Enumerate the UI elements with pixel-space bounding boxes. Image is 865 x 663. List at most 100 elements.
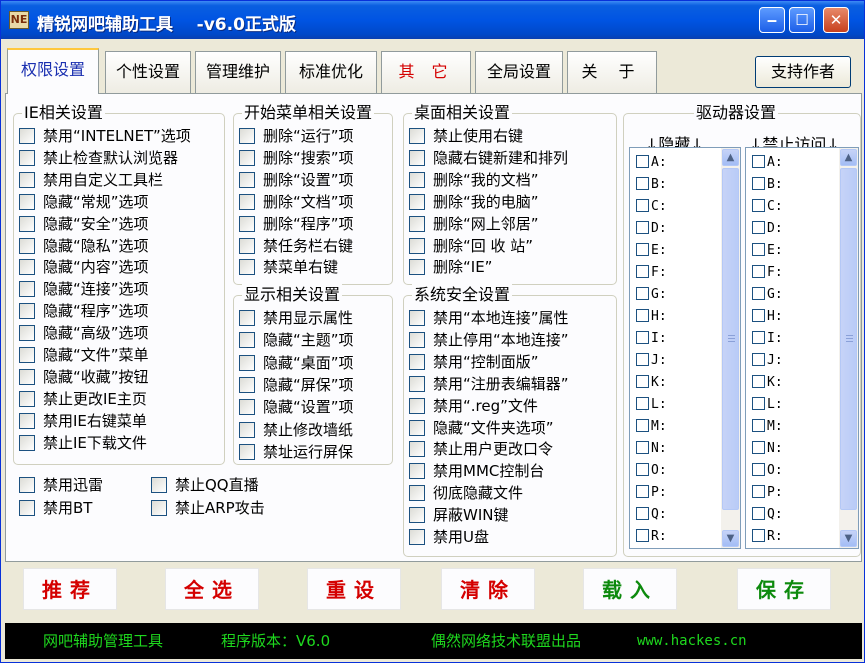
display-checkbox[interactable]: 隐藏“主题”项 xyxy=(239,329,354,351)
checkbox-icon[interactable] xyxy=(239,376,255,393)
security-checkbox[interactable]: 禁用MMC控制台 xyxy=(409,460,544,482)
ie-checkbox[interactable]: 禁止IE下载文件 xyxy=(19,432,147,454)
startmenu-checkbox[interactable]: 删除“程序”项 xyxy=(239,213,354,235)
desktop-checkbox[interactable]: 隐藏右键新建和排列 xyxy=(409,147,568,169)
startmenu-checkbox[interactable]: 禁任务栏右键 xyxy=(239,235,353,257)
security-checkbox[interactable]: 隐藏“文件夹选项” xyxy=(409,417,554,439)
scroll-down-arrow-icon[interactable]: ▼ xyxy=(840,530,857,547)
disable-qq-live-checkbox[interactable]: 禁止QQ直播 xyxy=(151,474,259,496)
drive-item[interactable]: E: xyxy=(636,240,667,262)
checkbox-icon[interactable] xyxy=(19,434,35,451)
drive-item[interactable]: M: xyxy=(752,416,783,438)
checkbox-icon[interactable] xyxy=(752,309,765,322)
checkbox-icon[interactable] xyxy=(239,310,255,326)
drive-item[interactable]: A: xyxy=(752,152,783,174)
drive-item[interactable]: O: xyxy=(636,460,667,482)
checkbox-icon[interactable] xyxy=(409,507,425,524)
drive-item[interactable]: C: xyxy=(752,196,783,218)
checkbox-icon[interactable] xyxy=(239,237,255,254)
checkbox-icon[interactable] xyxy=(636,441,649,454)
checkbox-icon[interactable] xyxy=(752,441,765,454)
security-checkbox[interactable]: 禁用“.reg”文件 xyxy=(409,395,538,417)
drive-item[interactable]: P: xyxy=(636,482,667,504)
ie-checkbox[interactable]: 隐藏“高级”选项 xyxy=(19,322,149,344)
drive-item[interactable]: K: xyxy=(752,372,783,394)
checkbox-icon[interactable] xyxy=(636,177,649,190)
drive-item[interactable]: F: xyxy=(752,262,783,284)
scroll-thumb[interactable] xyxy=(840,168,857,510)
checkbox-icon[interactable] xyxy=(409,463,425,480)
load-button[interactable]: 载入 xyxy=(583,568,677,610)
checkbox-icon[interactable] xyxy=(239,193,255,210)
ie-checkbox[interactable]: 隐藏“收藏”按钮 xyxy=(19,366,149,388)
checkbox-icon[interactable] xyxy=(239,332,255,349)
hide-drives-list[interactable]: A: B: C: D: E: F: G: H: I: J: K: L: M: N: O: P: Q: R: ▲ ▼ xyxy=(629,147,741,549)
checkbox-icon[interactable] xyxy=(636,507,649,520)
checkbox-icon[interactable] xyxy=(19,303,35,320)
checkbox-icon[interactable] xyxy=(636,353,649,366)
drive-item[interactable]: I: xyxy=(752,328,783,350)
ie-checkbox[interactable]: 禁用“INTELNET”选项 xyxy=(19,125,191,147)
ie-checkbox[interactable]: 隐藏“隐私”选项 xyxy=(19,235,149,257)
startmenu-checkbox[interactable]: 禁菜单右键 xyxy=(239,256,338,278)
checkbox-icon[interactable] xyxy=(19,325,35,342)
checkbox-icon[interactable] xyxy=(636,287,649,300)
startmenu-checkbox[interactable]: 删除“文档”项 xyxy=(239,191,354,213)
drive-item[interactable]: Q: xyxy=(752,504,783,526)
checkbox-icon[interactable] xyxy=(409,215,425,232)
deny-drives-list[interactable]: A: B: C: D: E: F: G: H: I: J: K: L: M: N: O: P: Q: R: ▲ ▼ xyxy=(745,147,859,549)
checkbox-icon[interactable] xyxy=(636,309,649,322)
checkbox-icon[interactable] xyxy=(752,265,765,278)
checkbox-icon[interactable] xyxy=(752,287,765,300)
display-checkbox[interactable]: 禁止修改墙纸 xyxy=(239,419,353,441)
security-checkbox[interactable]: 彻底隐藏文件 xyxy=(409,482,523,504)
ie-checkbox[interactable]: 禁止检查默认浏览器 xyxy=(19,147,178,169)
tab-permissions[interactable]: 权限设置 xyxy=(7,48,99,94)
checkbox-icon[interactable] xyxy=(636,397,649,410)
tab-optimize[interactable]: 标准优化 xyxy=(285,51,377,93)
security-checkbox[interactable]: 禁止用户更改口令 xyxy=(409,438,553,460)
checkbox-icon[interactable] xyxy=(752,529,765,542)
drive-item[interactable]: K: xyxy=(636,372,667,394)
ie-checkbox[interactable]: 禁止更改IE主页 xyxy=(19,388,147,410)
disable-xunlei-checkbox[interactable]: 禁用迅雷 xyxy=(19,474,103,496)
checkbox-icon[interactable] xyxy=(409,310,425,326)
checkbox-icon[interactable] xyxy=(19,500,35,516)
checkbox-icon[interactable] xyxy=(409,331,425,348)
desktop-checkbox[interactable]: 禁止使用右键 xyxy=(409,125,523,147)
checkbox-icon[interactable] xyxy=(19,281,35,298)
scroll-up-arrow-icon[interactable]: ▲ xyxy=(840,149,857,166)
checkbox-icon[interactable] xyxy=(636,199,649,212)
checkbox-icon[interactable] xyxy=(636,243,649,256)
checkbox-icon[interactable] xyxy=(752,243,765,256)
security-checkbox[interactable]: 禁止停用“本地连接” xyxy=(409,329,569,351)
deny-list-scrollbar[interactable]: ▲ ▼ xyxy=(839,148,858,548)
drive-item[interactable]: D: xyxy=(752,218,783,240)
drive-item[interactable]: B: xyxy=(636,174,667,196)
drive-item[interactable]: G: xyxy=(636,284,667,306)
display-checkbox[interactable]: 禁用显示属性 xyxy=(239,307,353,329)
desktop-checkbox[interactable]: 删除“IE” xyxy=(409,256,492,278)
display-checkbox[interactable]: 禁址运行屏保 xyxy=(239,441,353,463)
desktop-checkbox[interactable]: 删除“我的电脑” xyxy=(409,191,539,213)
checkbox-icon[interactable] xyxy=(409,485,425,502)
checkbox-icon[interactable] xyxy=(752,331,765,344)
drive-item[interactable]: G: xyxy=(752,284,783,306)
checkbox-icon[interactable] xyxy=(19,390,35,407)
drive-item[interactable]: R: xyxy=(636,526,667,548)
security-checkbox[interactable]: 屏蔽WIN键 xyxy=(409,504,508,526)
checkbox-icon[interactable] xyxy=(752,155,765,168)
checkbox-icon[interactable] xyxy=(19,237,35,254)
drive-item[interactable]: O: xyxy=(752,460,783,482)
security-checkbox[interactable]: 禁用“控制面版” xyxy=(409,351,539,373)
checkbox-icon[interactable] xyxy=(752,397,765,410)
checkbox-icon[interactable] xyxy=(636,221,649,234)
support-author-button[interactable]: 支持作者 xyxy=(755,56,851,88)
checkbox-icon[interactable] xyxy=(752,177,765,190)
ie-checkbox[interactable]: 禁用自定义工具栏 xyxy=(19,169,163,191)
reset-button[interactable]: 重设 xyxy=(307,568,401,610)
security-checkbox[interactable]: 禁用“注册表编辑器” xyxy=(409,373,569,395)
desktop-checkbox[interactable]: 删除“网上邻居” xyxy=(409,213,539,235)
minimize-button[interactable]: ‒ xyxy=(759,7,785,33)
display-checkbox[interactable]: 隐藏“桌面”项 xyxy=(239,352,354,374)
